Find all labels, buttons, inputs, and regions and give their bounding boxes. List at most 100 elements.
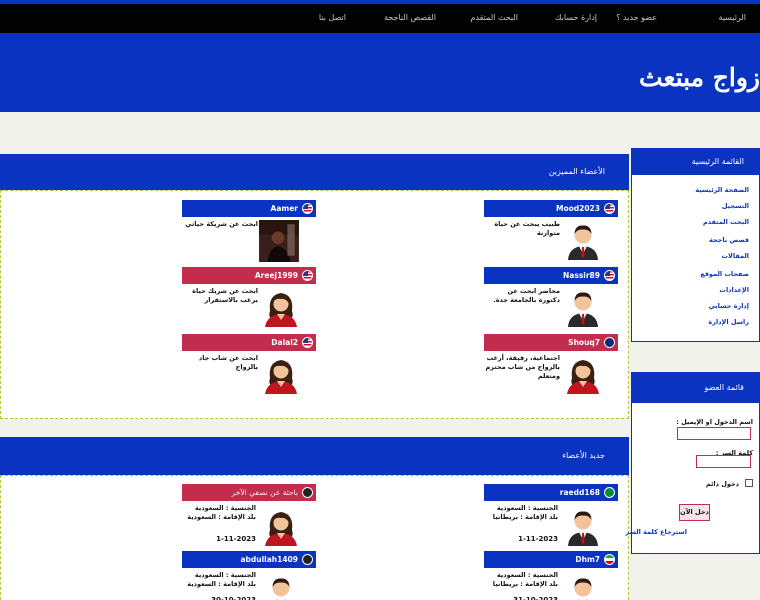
member-description: محاضر ابحث عن دكتورة بالجامعة جدة. [493,287,560,304]
featured-members-title: الأعضاء المميزين [548,167,605,176]
male-avatar-icon[interactable] [564,220,602,260]
female-avatar-icon[interactable] [564,354,602,394]
nav-advanced-search[interactable]: البحث المتقدم [470,13,518,22]
nav-new-member[interactable]: عضو جديد ؟ [616,13,657,22]
male-avatar-icon[interactable] [564,573,602,600]
member-residence: بلد الإقامة : السعودية [187,580,256,588]
member-menu-header: قائمة العضو [631,372,760,402]
member-card-header: Dalal2 [182,334,316,351]
member-card-header: Shouq7 [484,334,618,351]
featured-members-panel: Mood2023 طبيب يبحث عن حياة متوازنة Aamer… [0,190,629,419]
member-card-header: باحثة عن نصفي الآخر [182,484,316,501]
password-input[interactable] [696,455,751,468]
us-flag-icon [604,270,615,281]
member-join-date: 1-11-2023 [518,535,558,543]
sidebar-link-articles[interactable]: المقالات [721,252,749,260]
iran-flag-icon [604,554,615,565]
site-header: زواج مبتعث [0,33,760,112]
remember-label: دخول دائم [705,480,739,488]
member-description: طبيب يبحث عن حياة متوازنة [494,220,560,237]
featured-member-card[interactable]: Nassir89 محاضر ابحث عن دكتورة بالجامعة ج… [484,267,618,327]
top-nav-bar: الرئيسية عضو جديد ؟ إدارة حسابك البحث ال… [0,4,760,33]
member-nationality: الجنسية : السعودية [496,571,558,579]
member-description: اجتماعية، رقيقة، أرغب بالزواج من شاب محت… [485,354,560,380]
newest-members-panel: raedd168 الجنسية : السعودية بلد الإقامة … [0,475,629,600]
sidebar-link-advanced-search[interactable]: البحث المتقدم [703,218,749,226]
new-member-card[interactable]: raedd168 الجنسية : السعودية بلد الإقامة … [484,484,618,546]
member-residence: بلد الإقامة : السعودية [187,513,256,521]
sidebar-link-home[interactable]: الصفحة الرئيسية [695,186,749,194]
sidebar-link-settings[interactable]: الإعدادات [719,286,749,294]
featured-member-card[interactable]: Areej1999 ابحث عن شريك حياة يرغب بالاستق… [182,267,316,327]
new-member-card[interactable]: Dhm7 الجنسية : السعودية بلد الإقامة : بر… [484,551,618,600]
flag-icon [302,554,313,565]
member-join-date: 30-10-2023 [211,596,256,600]
username-input[interactable] [677,427,751,440]
member-username[interactable]: Areej1999 [255,271,298,280]
member-username[interactable]: Aamer [271,204,298,213]
remember-checkbox[interactable] [745,479,753,487]
sidebar-link-my-account[interactable]: إدارة حسابي [709,302,749,310]
female-avatar-icon[interactable] [262,354,300,394]
member-card-header: Aamer [182,200,316,217]
male-avatar-icon[interactable] [262,573,300,600]
member-residence: بلد الإقامة : بريطانيا [492,580,558,588]
member-login-panel: اسم الدخول او الإيميل : كلمة السر : دخول… [626,402,760,554]
member-username[interactable]: Mood2023 [556,204,600,213]
member-nationality: الجنسية : السعودية [496,504,558,512]
forgot-password-link[interactable]: استرجاع كلمة السر [626,528,687,536]
member-nationality: الجنسية : السعودية [194,504,256,512]
featured-member-card[interactable]: Shouq7 اجتماعية، رقيقة، أرغب بالزواج من … [484,334,618,394]
nav-success-stories[interactable]: القصص الناجحة [384,13,436,22]
member-username[interactable]: Dhm7 [575,555,600,564]
main-menu-panel: الصفحة الرئيسية التسجيل البحث المتقدم قص… [631,174,760,342]
member-join-date: 31-10-2023 [513,596,558,600]
member-username[interactable]: abdullah1409 [240,555,298,564]
featured-member-card[interactable]: Mood2023 طبيب يبحث عن حياة متوازنة [484,200,618,260]
login-button[interactable]: دخل الآن [679,504,710,521]
newest-members-header: جديد الأعضاء [0,437,629,475]
member-description: ابحث عن شاب جاد بالزواج [198,354,258,371]
new-member-card[interactable]: abdullah1409 الجنسية : السعودية بلد الإق… [182,551,316,600]
site-title[interactable]: زواج مبتعث [639,63,760,92]
main-menu-title: القائمة الرئيسية [691,157,744,166]
us-flag-icon [302,203,313,214]
member-card-header: Mood2023 [484,200,618,217]
new-member-card[interactable]: باحثة عن نصفي الآخر الجنسية : السعودية ب… [182,484,316,546]
member-photo[interactable] [259,220,299,262]
australia-flag-icon [604,337,615,348]
saudi-flag-icon [604,487,615,498]
member-card-header: raedd168 [484,484,618,501]
sidebar-link-register[interactable]: التسجيل [722,202,749,210]
male-avatar-icon[interactable] [564,287,602,327]
member-card-header: abdullah1409 [182,551,316,568]
member-card-header: Dhm7 [484,551,618,568]
female-avatar-icon[interactable] [262,287,300,327]
member-tagline[interactable]: باحثة عن نصفي الآخر [232,488,298,497]
member-username[interactable]: Dalal2 [271,338,298,347]
sidebar-link-site-pages[interactable]: صفحات الموقع [700,270,749,278]
male-avatar-icon[interactable] [564,506,602,546]
sidebar-link-success-stories[interactable]: قصص ناجحة [709,236,749,244]
us-flag-icon [604,203,615,214]
member-username[interactable]: Shouq7 [568,338,600,347]
member-card-header: Nassir89 [484,267,618,284]
main-menu-header: القائمة الرئيسية [631,148,760,174]
member-residence: بلد الإقامة : بريطانيا [492,513,558,521]
username-label: اسم الدخول او الإيميل : [676,418,753,426]
nav-home[interactable]: الرئيسية [718,13,746,22]
member-card-header: Areej1999 [182,267,316,284]
member-username[interactable]: Nassir89 [563,271,600,280]
flag-icon [302,487,313,498]
member-description: ابحث عن شريك حياة يرغب بالاستقرار [192,287,258,304]
featured-member-card[interactable]: Aamer ابحث عن شريكة حياتي [182,200,316,262]
female-avatar-icon[interactable] [262,506,300,546]
nav-manage-account[interactable]: إدارة حسابك [555,13,597,22]
member-menu-title: قائمة العضو [704,383,744,392]
sidebar-link-contact-admin[interactable]: راسل الإدارة [708,318,749,326]
featured-members-header: الأعضاء المميزين [0,154,629,190]
member-description: ابحث عن شريكة حياتي [185,220,258,228]
featured-member-card[interactable]: Dalal2 ابحث عن شاب جاد بالزواج [182,334,316,394]
member-username[interactable]: raedd168 [560,488,600,497]
nav-contact[interactable]: اتصل بنا [319,13,346,22]
